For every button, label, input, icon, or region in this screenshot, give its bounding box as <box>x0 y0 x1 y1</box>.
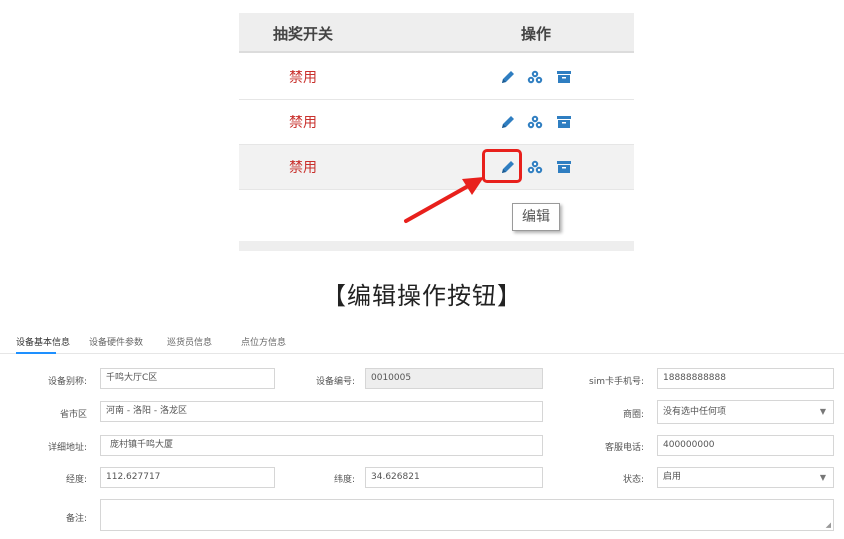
table-row: 禁用 <box>239 100 634 145</box>
longitude-input[interactable]: 112.627717 <box>100 467 275 488</box>
row-actions <box>499 113 579 133</box>
table-row: 禁用 <box>239 55 634 100</box>
table-header: 抽奖开关 操作 <box>239 13 634 53</box>
status-text: 禁用 <box>289 160 317 176</box>
address-label: 详细地址: <box>47 443 87 453</box>
tab-basic-info[interactable]: 设备基本信息 <box>16 335 70 348</box>
figure-caption: 【编辑操作按钮】 <box>322 282 522 310</box>
archive-icon[interactable] <box>555 158 573 176</box>
tab-site-info[interactable]: 点位方信息 <box>241 335 286 348</box>
column-header-operations: 操作 <box>521 25 552 43</box>
service-phone-label: 客服电话: <box>604 443 644 453</box>
state-select-value: 启用 <box>663 472 682 482</box>
status-text: 禁用 <box>289 115 317 131</box>
users-icon[interactable] <box>526 68 544 86</box>
alias-label: 设备别称: <box>47 377 87 387</box>
active-tab-indicator <box>16 352 56 354</box>
tab-hardware-params[interactable]: 设备硬件参数 <box>89 335 143 348</box>
latitude-input[interactable]: 34.626821 <box>365 467 543 488</box>
merchant-select[interactable]: 没有选中任何项 ▼ <box>657 400 834 424</box>
region-input[interactable]: 河南 - 洛阳 - 洛龙区 <box>100 401 543 422</box>
edit-tooltip: 编辑 <box>512 203 560 231</box>
form-tabs: 设备基本信息 设备硬件参数 巡货员信息 点位方信息 <box>0 328 844 354</box>
latitude-label: 纬度: <box>333 475 355 485</box>
pencil-icon[interactable] <box>499 68 517 86</box>
remark-label: 备注: <box>65 514 87 524</box>
device-no-label: 设备编号: <box>315 377 355 387</box>
caret-down-icon: ▼ <box>819 473 826 482</box>
caret-down-icon: ▼ <box>819 407 826 416</box>
region-label: 省市区 <box>59 410 87 420</box>
archive-icon[interactable] <box>555 113 573 131</box>
pencil-icon[interactable] <box>499 113 517 131</box>
sim-input[interactable]: 18888888888 <box>657 368 834 389</box>
device-no-input: 0010005 <box>365 368 543 389</box>
pointer-arrow <box>404 177 484 223</box>
longitude-label: 经度: <box>65 475 87 485</box>
merchant-select-value: 没有选中任何项 <box>663 407 727 417</box>
users-icon[interactable] <box>526 113 544 131</box>
address-input[interactable]: 庞村镇千鸣大厦 <box>100 435 543 456</box>
table-footer <box>239 241 634 251</box>
archive-icon[interactable] <box>555 68 573 86</box>
users-icon[interactable] <box>526 158 544 176</box>
alias-input[interactable]: 千鸣大厅C区 <box>100 368 275 389</box>
resize-handle-icon[interactable]: ◢ <box>826 521 831 529</box>
sim-label: sim卡手机号: <box>589 377 644 387</box>
column-header-lottery-switch: 抽奖开关 <box>273 25 334 43</box>
state-select[interactable]: 启用 ▼ <box>657 467 834 488</box>
status-text: 禁用 <box>289 70 317 86</box>
merchant-label: 商圈: <box>622 410 644 420</box>
row-actions <box>499 68 579 88</box>
service-phone-input[interactable]: 400000000 <box>657 435 834 456</box>
state-label: 状态: <box>622 475 644 485</box>
tab-inspector-info[interactable]: 巡货员信息 <box>167 335 212 348</box>
remark-textarea[interactable]: ◢ <box>100 499 834 531</box>
